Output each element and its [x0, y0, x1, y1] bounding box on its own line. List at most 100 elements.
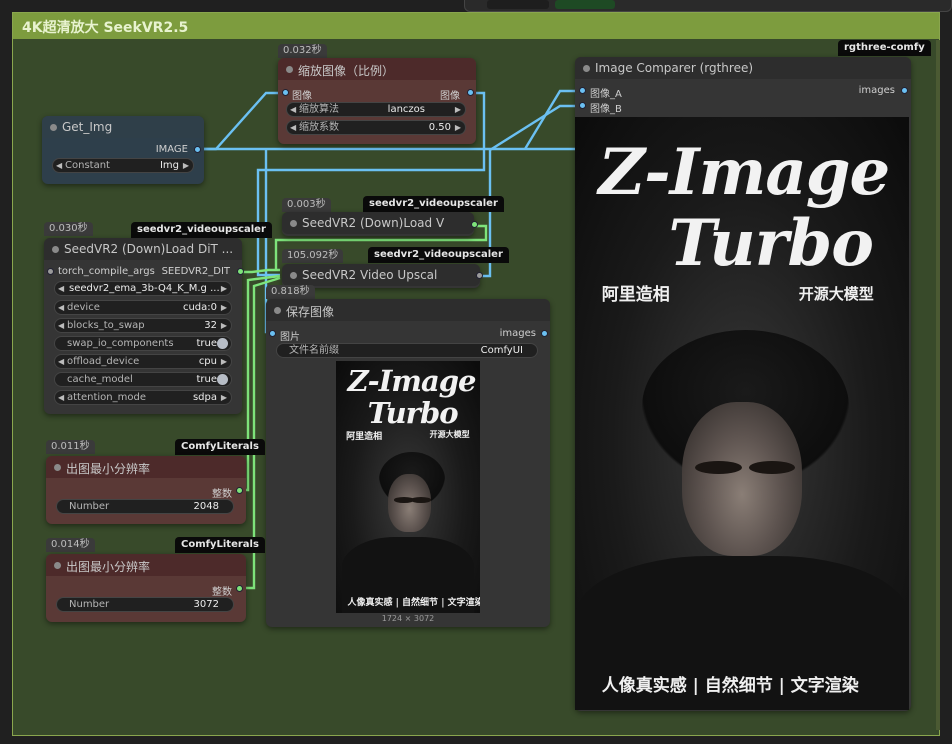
input-port-b[interactable]: [579, 102, 586, 109]
workflow-canvas[interactable]: 4K超清放大 SeekVR2.5 Get_Img IMAGE ◀ Constan…: [0, 0, 952, 744]
output-label: IMAGE: [155, 144, 188, 155]
output-label: 整数: [212, 587, 232, 598]
arrow-right-icon[interactable]: ▶: [183, 159, 189, 172]
image-comparer-node[interactable]: Image Comparer (rgthree) 图像_A images 图像_…: [575, 57, 911, 711]
node-title[interactable]: Get_Img: [42, 116, 204, 138]
toggle-knob-icon[interactable]: [217, 374, 228, 385]
output-port[interactable]: [467, 89, 474, 96]
face-shape: [681, 401, 803, 556]
min-resolution-node-2[interactable]: 出图最小分辨率 整数 Number 3072: [46, 554, 246, 622]
dit-loader-node[interactable]: SeedVR2 (Down)Load DiT ... torch_compile…: [44, 238, 244, 414]
widget-value: lanczos: [387, 104, 425, 115]
cache-model-toggle[interactable]: cache_model true: [54, 372, 232, 387]
arrow-right-icon[interactable]: ▶: [221, 355, 227, 368]
constant-widget[interactable]: ◀ Constant Img ▶: [52, 158, 194, 173]
node-collapse-dot[interactable]: [290, 220, 297, 227]
node-title-text: 出图最小分辨率: [66, 462, 151, 476]
get-img-node[interactable]: Get_Img IMAGE ◀ Constant Img ▶: [42, 116, 204, 184]
output-port[interactable]: [194, 146, 201, 153]
arrow-left-icon[interactable]: ◀: [58, 301, 64, 314]
widget-value: Img: [159, 160, 179, 171]
node-collapse-dot[interactable]: [290, 272, 297, 279]
scale-image-node[interactable]: 缩放图像（比例） 图像 图像 ◀ 缩放算法 lanczos ▶ ◀ 缩放系数 0…: [278, 58, 476, 144]
node-collapse-dot[interactable]: [54, 464, 61, 471]
arrow-right-icon[interactable]: ▶: [221, 282, 227, 295]
output-port[interactable]: [476, 272, 483, 279]
group-title[interactable]: 4K超清放大 SeekVR2.5: [13, 13, 939, 39]
input-label: torch_compile_args: [58, 266, 155, 277]
node-source-tag: ComfyLiterals: [175, 439, 265, 455]
widget-value: true: [196, 338, 217, 349]
save-image-node[interactable]: 保存图像 图片 images 文件名前缀 ComfyUI Z-Image Tur…: [266, 299, 550, 627]
arrow-left-icon[interactable]: ◀: [58, 319, 64, 332]
arrow-right-icon[interactable]: ▶: [221, 391, 227, 404]
arrow-right-icon[interactable]: ▶: [455, 121, 461, 134]
node-title[interactable]: 缩放图像（比例）: [278, 58, 476, 80]
node-collapse-dot[interactable]: [54, 562, 61, 569]
image-dimensions: 1724 × 3072: [381, 614, 435, 623]
attention-mode-widget[interactable]: ◀ attention_mode sdpa ▶: [54, 390, 232, 405]
toggle-knob-icon[interactable]: [217, 338, 228, 349]
toolbar-button[interactable]: [487, 0, 549, 9]
output-port[interactable]: [237, 268, 244, 275]
node-title[interactable]: 出图最小分辨率: [46, 554, 246, 576]
node-title[interactable]: 出图最小分辨率: [46, 456, 246, 478]
poster-bottom-text: 人像真实感 | 自然细节 | 文字渲染: [601, 676, 859, 697]
output-port[interactable]: [236, 585, 243, 592]
node-title[interactable]: 保存图像: [266, 299, 550, 321]
output-port[interactable]: [901, 87, 908, 94]
vae-loader-node[interactable]: SeedVR2 (Down)Load V: [282, 212, 478, 236]
node-title[interactable]: SeedVR2 (Down)Load DiT ...: [44, 238, 242, 260]
node-collapse-dot[interactable]: [52, 246, 59, 253]
node-collapse-dot[interactable]: [286, 66, 293, 73]
arrow-right-icon[interactable]: ▶: [221, 319, 227, 332]
node-title-text: Image Comparer (rgthree): [595, 61, 754, 75]
model-select-widget[interactable]: ◀ seedvr2_ema_3b-Q4_K_M.g ... ▶: [54, 281, 232, 296]
scale-factor-widget[interactable]: ◀ 缩放系数 0.50 ▶: [286, 120, 466, 135]
number-widget[interactable]: Number 3072: [56, 597, 234, 612]
top-toolbar: [464, 0, 952, 12]
output-port[interactable]: [541, 330, 548, 337]
node-collapse-dot[interactable]: [274, 307, 281, 314]
number-widget[interactable]: Number 2048: [56, 499, 234, 514]
filename-prefix-field[interactable]: 文件名前缀 ComfyUI: [276, 343, 538, 358]
arrow-right-icon[interactable]: ▶: [221, 301, 227, 314]
node-collapse-dot[interactable]: [583, 65, 590, 72]
node-title[interactable]: Image Comparer (rgthree): [575, 57, 911, 79]
arrow-left-icon[interactable]: ◀: [290, 103, 296, 116]
output-label: images: [858, 85, 895, 96]
comparison-image[interactable]: Z-Image Turbo 阿里造相 开源大模型 人像真实感 | 自然细节 | …: [575, 117, 909, 710]
arrow-left-icon[interactable]: ◀: [58, 355, 64, 368]
input-label: 图片: [280, 332, 300, 343]
output-label: 整数: [212, 489, 232, 500]
node-title[interactable]: SeedVR2 (Down)Load V: [282, 212, 474, 234]
output-port[interactable]: [471, 221, 478, 228]
blocks-to-swap-widget[interactable]: ◀ blocks_to_swap 32 ▶: [54, 318, 232, 333]
toolbar-run-button[interactable]: [555, 0, 615, 9]
widget-value: 0.50: [428, 122, 451, 133]
node-collapse-dot[interactable]: [50, 124, 57, 131]
face-shape: [387, 474, 432, 533]
arrow-left-icon[interactable]: ◀: [58, 282, 64, 295]
node-source-tag: rgthree-comfy: [838, 40, 931, 56]
arrow-left-icon[interactable]: ◀: [290, 121, 296, 134]
preview-image[interactable]: Z-Image Turbo 阿里造相 开源大模型 人像真实感 | 自然细节 | …: [336, 361, 480, 613]
widget-label: device: [67, 302, 100, 313]
input-port[interactable]: [282, 89, 289, 96]
arrow-left-icon[interactable]: ◀: [58, 391, 64, 404]
input-port[interactable]: [47, 268, 54, 275]
arrow-right-icon[interactable]: ▶: [455, 103, 461, 116]
input-port-a[interactable]: [579, 87, 586, 94]
min-resolution-node[interactable]: 出图最小分辨率 整数 Number 2048: [46, 456, 246, 524]
device-widget[interactable]: ◀ device cuda:0 ▶: [54, 300, 232, 315]
upscale-method-widget[interactable]: ◀ 缩放算法 lanczos ▶: [286, 102, 466, 117]
offload-device-widget[interactable]: ◀ offload_device cpu ▶: [54, 354, 232, 369]
widget-label: swap_io_components: [67, 338, 174, 349]
node-title[interactable]: SeedVR2 Video Upscal: [282, 264, 480, 286]
node-title-text: 保存图像: [286, 305, 335, 319]
poster-right-cn: 开源大模型: [798, 285, 874, 304]
arrow-left-icon[interactable]: ◀: [56, 159, 62, 172]
input-port[interactable]: [269, 330, 276, 337]
swap-io-toggle[interactable]: swap_io_components true: [54, 336, 232, 351]
output-port[interactable]: [236, 487, 243, 494]
